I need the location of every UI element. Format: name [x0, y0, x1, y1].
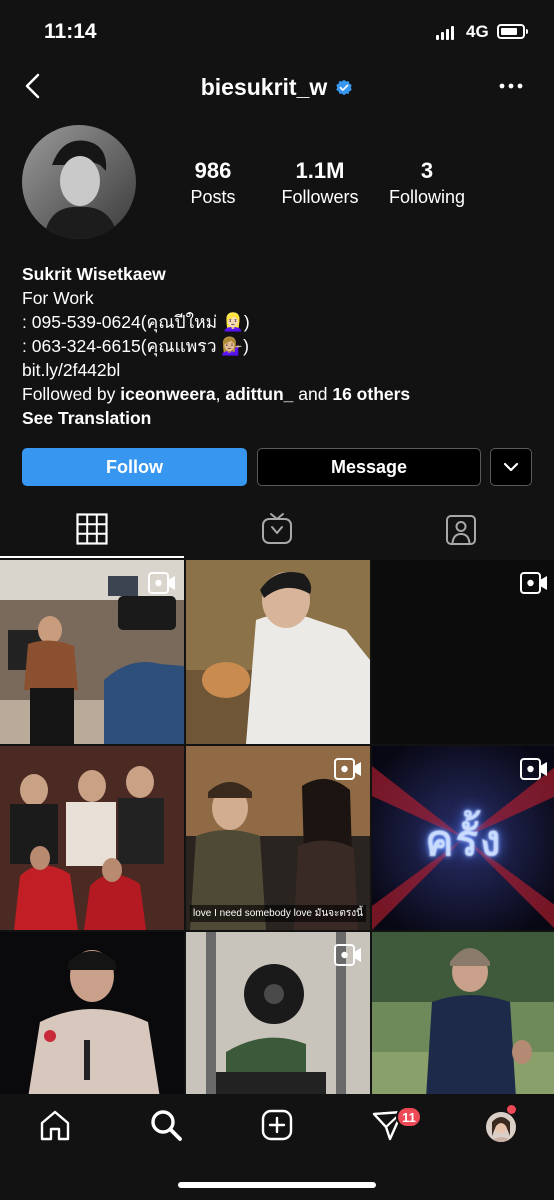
bio-link[interactable]: bit.ly/2f442bl	[22, 358, 542, 382]
reel-icon	[334, 758, 361, 780]
profile-header: biesukrit_w	[0, 74, 554, 101]
following-count: 3	[420, 158, 434, 183]
more-options-icon[interactable]	[498, 80, 524, 92]
bio-line-phone-2: : 063-324-6615(คุณแพรว 💁🏼‍♀️)	[22, 336, 249, 356]
see-translation-link[interactable]: See Translation	[22, 406, 542, 430]
post-thumbnail[interactable]	[0, 746, 184, 930]
chevron-down-icon	[503, 462, 519, 472]
posts-grid: love I need somebody love มันจะตรงนี้ คร…	[0, 560, 554, 1094]
followers-count: 1.1M	[295, 158, 345, 183]
follow-button[interactable]: Follow	[22, 448, 247, 486]
followers-label: Followers	[281, 187, 359, 207]
post-thumbnail[interactable]: ครั้ง	[372, 746, 554, 930]
suggested-accounts-button[interactable]	[490, 448, 532, 486]
profile-tab-avatar[interactable]	[484, 1110, 518, 1144]
reel-icon	[148, 572, 175, 594]
signal-icon	[436, 26, 454, 40]
message-button[interactable]: Message	[257, 448, 481, 486]
followed-by-separator: ,	[215, 384, 221, 404]
grid-tab-icon[interactable]	[75, 512, 109, 546]
mutual-follower-1[interactable]: iceonweera	[120, 384, 215, 404]
mutual-follower-2[interactable]: adittun_	[225, 384, 293, 404]
network-type: 4G	[466, 22, 489, 41]
post-thumbnail[interactable]	[0, 932, 184, 1094]
posts-label: Posts	[190, 187, 236, 207]
reel-icon	[334, 944, 361, 966]
notification-badge: 11	[396, 1106, 422, 1128]
mutual-followers-others[interactable]: 16 others	[332, 384, 410, 404]
post-thumbnail[interactable]	[186, 932, 370, 1094]
profile-avatar[interactable]	[22, 125, 136, 239]
post-caption-overlay: love I need somebody love มันจะตรงนี้	[190, 905, 366, 922]
battery-icon	[497, 24, 528, 39]
following-label: Following	[388, 187, 466, 207]
bio-line-phone-1: : 095-539-0624(คุณปีใหม่ 👱🏻‍♀️)	[22, 312, 250, 332]
profile-bio: Sukrit Wisetkaew For Work : 095-539-0624…	[22, 262, 542, 430]
posts-stat[interactable]: 986 Posts	[153, 158, 273, 208]
full-name: Sukrit Wisetkaew	[22, 264, 166, 284]
status-time: 11:14	[44, 20, 97, 43]
post-thumbnail[interactable]	[186, 560, 370, 744]
bio-line-category: For Work	[22, 288, 94, 308]
home-indicator[interactable]	[178, 1182, 376, 1188]
verified-badge-icon	[336, 79, 353, 95]
post-thumbnail[interactable]	[372, 560, 554, 744]
username: biesukrit_w	[200, 74, 328, 100]
search-icon[interactable]	[149, 1108, 183, 1142]
posts-count: 986	[194, 158, 232, 183]
following-stat[interactable]: 3 Following	[367, 158, 487, 208]
post-thumbnail[interactable]: love I need somebody love มันจะตรงนี้	[186, 746, 370, 930]
reel-icon	[520, 572, 547, 594]
post-title-overlay: ครั้ง	[425, 817, 503, 864]
followed-by-prefix: Followed by	[22, 384, 116, 404]
igtv-tab-icon[interactable]	[260, 512, 294, 546]
post-thumbnail[interactable]	[372, 932, 554, 1094]
reel-icon	[520, 758, 547, 780]
followers-stat[interactable]: 1.1M Followers	[260, 158, 380, 208]
tagged-tab-icon[interactable]	[444, 512, 478, 546]
followed-by[interactable]: Followed by iceonweera, adittun_ and 16 …	[22, 382, 542, 406]
profile-notification-dot	[507, 1105, 516, 1114]
home-icon[interactable]	[38, 1108, 72, 1142]
followed-by-and: and	[298, 384, 328, 404]
active-tab-indicator	[0, 556, 184, 558]
post-thumbnail[interactable]	[0, 560, 184, 744]
new-post-icon[interactable]	[260, 1108, 294, 1142]
